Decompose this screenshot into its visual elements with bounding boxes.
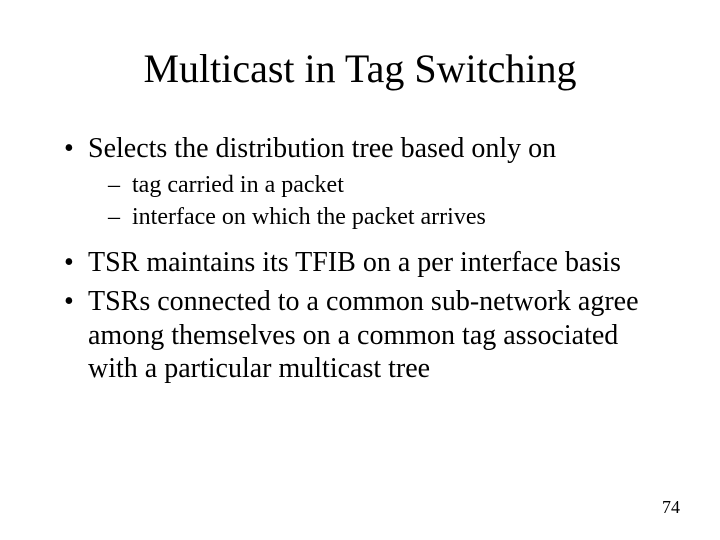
sub-bullet-list: tag carried in a packet interface on whi…	[88, 170, 660, 232]
sub-list-item: tag carried in a packet	[88, 170, 660, 200]
list-item-text: Selects the distribution tree based only…	[88, 133, 556, 164]
list-item: TSR maintains its TFIB on a per interfac…	[60, 246, 660, 280]
list-item: Selects the distribution tree based only…	[60, 132, 660, 232]
list-item-text: TSRs connected to a common sub-network a…	[88, 286, 639, 384]
slide-title: Multicast in Tag Switching	[60, 45, 660, 92]
list-item: TSRs connected to a common sub-network a…	[60, 285, 660, 386]
bullet-list: Selects the distribution tree based only…	[60, 132, 660, 386]
slide: Multicast in Tag Switching Selects the d…	[0, 0, 720, 540]
page-number: 74	[662, 497, 680, 518]
list-item-text: TSR maintains its TFIB on a per interfac…	[88, 247, 621, 278]
sub-list-item: interface on which the packet arrives	[88, 202, 660, 232]
slide-body: Selects the distribution tree based only…	[60, 132, 660, 386]
